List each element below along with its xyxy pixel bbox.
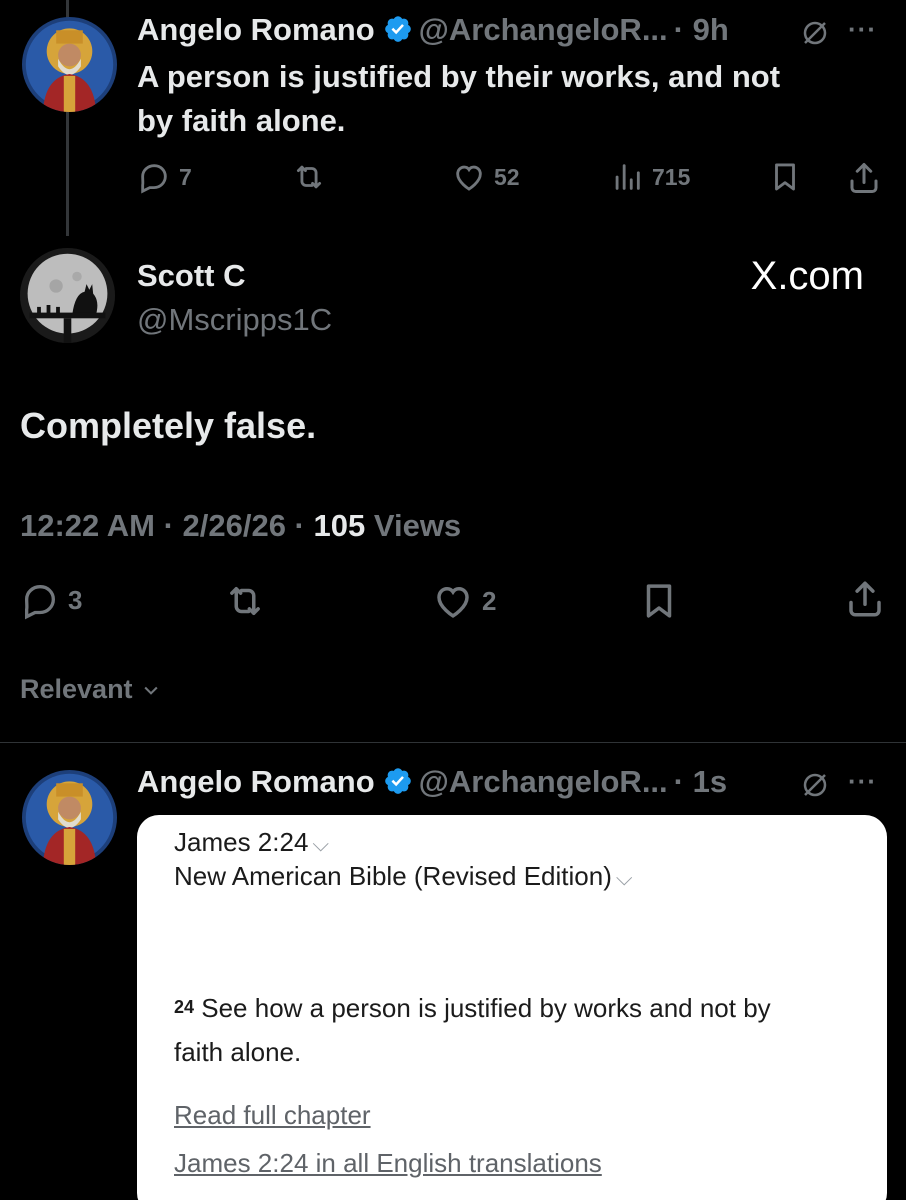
main-tweet-text: Completely false.	[20, 405, 317, 446]
main-tweet-timestamp[interactable]: 12:22 AM · 2/26/26 ·	[20, 508, 314, 543]
sort-dropdown[interactable]: Relevant	[20, 674, 161, 705]
read-full-chapter-link: Read full chapter	[174, 1100, 371, 1130]
reply-author-name[interactable]: Angelo Romano	[137, 764, 375, 799]
reply-time[interactable]: · 1s	[674, 764, 727, 799]
grok-icon[interactable]	[800, 770, 830, 805]
verse-text: 24 See how a person is justified by work…	[174, 985, 771, 1074]
main-like-button[interactable]: 2	[432, 580, 496, 622]
repost-icon	[296, 165, 322, 189]
tweet1-reply-button[interactable]: 7	[137, 160, 192, 194]
tweet1-share-button[interactable]	[846, 160, 882, 196]
main-bookmark-button[interactable]	[638, 580, 680, 622]
main-tweet-view-count: 105	[313, 508, 366, 543]
reply-handle[interactable]: @ArchangeloR...	[419, 764, 668, 799]
grok-icon[interactable]	[800, 18, 830, 53]
verse-text-line2: faith alone.	[174, 1037, 302, 1067]
tweet1-header: Angelo Romano @ArchangeloR... · 9h	[137, 12, 729, 48]
tweet1-reply-count: 7	[179, 163, 192, 190]
verse-reference: James 2:24	[174, 827, 309, 857]
angelo-reply-avatar[interactable]	[22, 770, 117, 865]
saint-icon	[22, 770, 117, 865]
bookmark-icon	[775, 163, 795, 191]
main-author-name[interactable]: Scott C	[137, 258, 246, 294]
bookmark-icon	[646, 584, 672, 618]
reply-header: Angelo Romano @ArchangeloR... · 1s	[137, 764, 727, 800]
tweet1-bookmark-button[interactable]	[768, 160, 802, 194]
version-selector: New American Bible (Revised Edition) ⌵	[174, 861, 633, 892]
tweet1-author-name[interactable]: Angelo Romano	[137, 12, 375, 47]
scott-avatar[interactable]	[20, 248, 115, 343]
more-options-icon[interactable]: ···	[848, 766, 877, 797]
verse-number: 24	[174, 997, 195, 1017]
moon-cat-icon	[20, 248, 115, 343]
main-repost-button[interactable]	[224, 580, 266, 622]
share-icon	[849, 581, 881, 617]
saint-icon	[22, 17, 117, 112]
tweet1-repost-button[interactable]	[292, 160, 326, 194]
repost-icon	[230, 587, 260, 615]
chevron-down-icon: ⌵	[312, 831, 330, 856]
main-tweet-meta: 12:22 AM · 2/26/26 · 105 Views	[20, 508, 461, 544]
chevron-down-icon: ⌵	[615, 865, 633, 890]
verified-badge-icon	[383, 766, 413, 796]
bible-version: New American Bible (Revised Edition)	[174, 861, 612, 891]
tweet1-text: A person is justified by their works, an…	[137, 55, 877, 143]
tweet1-time[interactable]: · 9h	[674, 12, 729, 47]
main-reply-button[interactable]: 3	[20, 580, 82, 620]
tweet1-view-count: 715	[652, 163, 691, 190]
verse-text-line1: See how a person is justified by works a…	[194, 993, 771, 1023]
main-reply-count: 3	[68, 584, 83, 615]
analytics-icon	[615, 164, 640, 190]
angelo-avatar[interactable]	[22, 17, 117, 112]
section-divider	[0, 742, 906, 743]
more-options-icon[interactable]: ···	[848, 14, 877, 45]
tweet1-handle[interactable]: @ArchangeloR...	[419, 12, 668, 47]
share-icon	[850, 163, 878, 193]
reply-icon	[141, 164, 167, 194]
sort-label: Relevant	[20, 674, 133, 704]
all-translations-link: James 2:24 in all English translations	[174, 1148, 602, 1178]
verse-reference-selector: James 2:24 ⌵	[174, 827, 329, 858]
main-author-handle[interactable]: @Mscripps1C	[137, 302, 332, 338]
tweet1-views-button[interactable]: 715	[610, 160, 690, 194]
heart-icon	[456, 165, 482, 191]
tweet1-text-line2: by faith alone.	[137, 103, 346, 138]
bible-verse-card[interactable]: James 2:24 ⌵ New American Bible (Revised …	[137, 815, 887, 1200]
reply-icon	[24, 585, 56, 620]
main-like-count: 2	[482, 585, 497, 616]
xcom-watermark: X.com	[750, 254, 864, 298]
heart-icon	[437, 586, 469, 618]
main-tweet-views-label: Views	[365, 508, 462, 543]
verified-badge-icon	[383, 14, 413, 44]
chevron-down-icon	[143, 686, 158, 695]
tweet1-like-count: 52	[494, 163, 520, 190]
tweet1-like-button[interactable]: 52	[452, 160, 520, 194]
main-share-button[interactable]	[844, 578, 886, 620]
tweet1-text-line1: A person is justified by their works, an…	[137, 59, 781, 94]
